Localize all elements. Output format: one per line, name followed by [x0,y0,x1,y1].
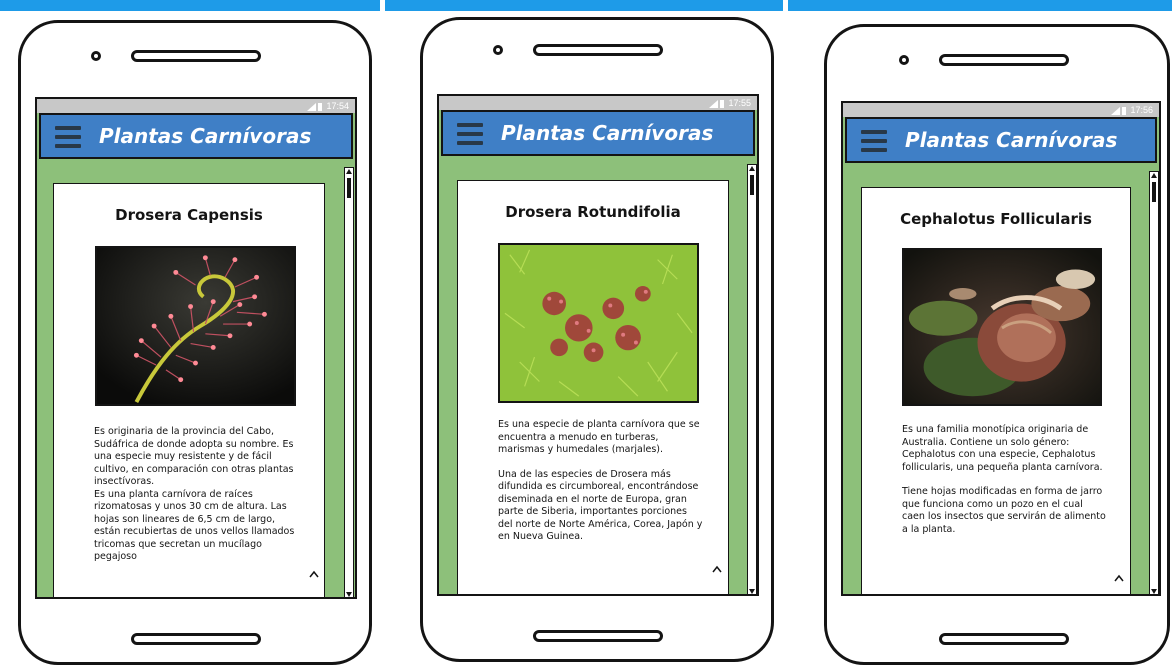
drosera-capensis-photo [95,246,296,406]
cephalotus-follicularis-photo [902,248,1102,406]
plant-description: Es una especie de planta carnívora que s… [498,419,704,544]
app-bar: Plantas Carnívoras [845,117,1157,163]
app-title: Plantas Carnívoras [905,128,1118,152]
status-bar: 17:55 [439,96,757,110]
hamburger-menu-icon[interactable] [861,130,887,152]
status-bar: 17:56 [843,103,1159,117]
scrollbar[interactable] [344,167,354,597]
plant-card: Drosera Capensis Es originaria de la pro… [53,183,325,597]
scrollbar-thumb[interactable] [1152,182,1156,202]
top-accent-gap [380,0,385,11]
scroll-down-arrow-icon[interactable] [346,592,352,597]
signal-icon [307,102,317,111]
plant-card: Cephalotus Follicularis Es una familia m… [861,187,1131,594]
plant-description: Es una familia monotípica originaria de … [902,424,1108,536]
plant-title: Drosera Capensis [115,206,263,224]
camera-icon [91,51,101,61]
app-title: Plantas Carnívoras [99,124,312,148]
signal-icon [709,99,719,108]
scroll-up-arrow-icon[interactable] [1151,173,1157,178]
camera-icon [899,55,909,65]
description-paragraph: Es originaria de la provincia del Cabo, … [94,426,294,487]
speaker-grille [131,50,261,62]
plant-title: Cephalotus Follicularis [900,210,1092,228]
hamburger-menu-icon[interactable] [55,126,81,148]
screen-1: 17:54 Plantas Carnívoras Drosera Capensi… [35,97,357,599]
screen-3: 17:56 Plantas Carnívoras Cephalotus Foll… [841,101,1161,596]
scrollbar-thumb[interactable] [750,175,754,195]
hamburger-menu-icon[interactable] [457,123,483,145]
phone-mockup-3: 17:56 Plantas Carnívoras Cephalotus Foll… [824,24,1170,665]
scroll-up-arrow-icon[interactable] [749,166,755,171]
scroll-down-arrow-icon[interactable] [749,589,755,594]
description-paragraph: Tiene hojas modificadas en forma de jarr… [902,486,1106,535]
scroll-down-arrow-icon[interactable] [1151,589,1157,594]
scrollbar-thumb[interactable] [347,178,351,198]
scrollbar[interactable] [1149,171,1159,594]
home-button[interactable] [939,633,1069,645]
home-button[interactable] [131,633,261,645]
camera-icon [493,45,503,55]
scroll-to-top-icon[interactable] [712,565,722,575]
scroll-to-top-icon[interactable] [309,570,319,580]
plant-card: Drosera Rotundifolia Es una especie de p… [457,180,729,594]
app-title: Plantas Carnívoras [501,121,714,145]
description-paragraph: Es una planta carnívora de raíces rizoma… [94,488,295,563]
screen-2: 17:55 Plantas Carnívoras Drosera Rotundi… [437,94,759,596]
scroll-to-top-icon[interactable] [1114,574,1124,584]
status-time: 17:56 [1130,105,1153,115]
plant-title: Drosera Rotundifolia [505,203,681,221]
app-bar: Plantas Carnívoras [441,110,755,156]
speaker-grille [533,44,663,56]
phone-mockup-1: 17:54 Plantas Carnívoras Drosera Capensi… [18,20,372,665]
plant-description: Es originaria de la provincia del Cabo, … [94,426,300,564]
scrollbar[interactable] [747,164,757,594]
app-bar: Plantas Carnívoras [39,113,353,159]
battery-icon [1122,106,1127,115]
description-paragraph: Una de las especies de Drosera más difun… [498,468,703,543]
status-time: 17:54 [326,101,349,111]
top-accent-bar [0,0,1172,11]
status-bar: 17:54 [37,99,355,113]
battery-icon [318,102,323,111]
speaker-grille [939,54,1069,66]
description-paragraph: Es una familia monotípica originaria de … [902,424,1103,473]
scroll-up-arrow-icon[interactable] [346,169,352,174]
drosera-rotundifolia-photo [498,243,699,403]
signal-icon [1111,106,1121,115]
top-accent-gap [783,0,788,11]
phone-mockup-2: 17:55 Plantas Carnívoras Drosera Rotundi… [420,17,774,662]
battery-icon [720,99,725,108]
status-time: 17:55 [728,98,751,108]
home-button[interactable] [533,630,663,642]
description-paragraph: Es una especie de planta carnívora que s… [498,419,700,455]
